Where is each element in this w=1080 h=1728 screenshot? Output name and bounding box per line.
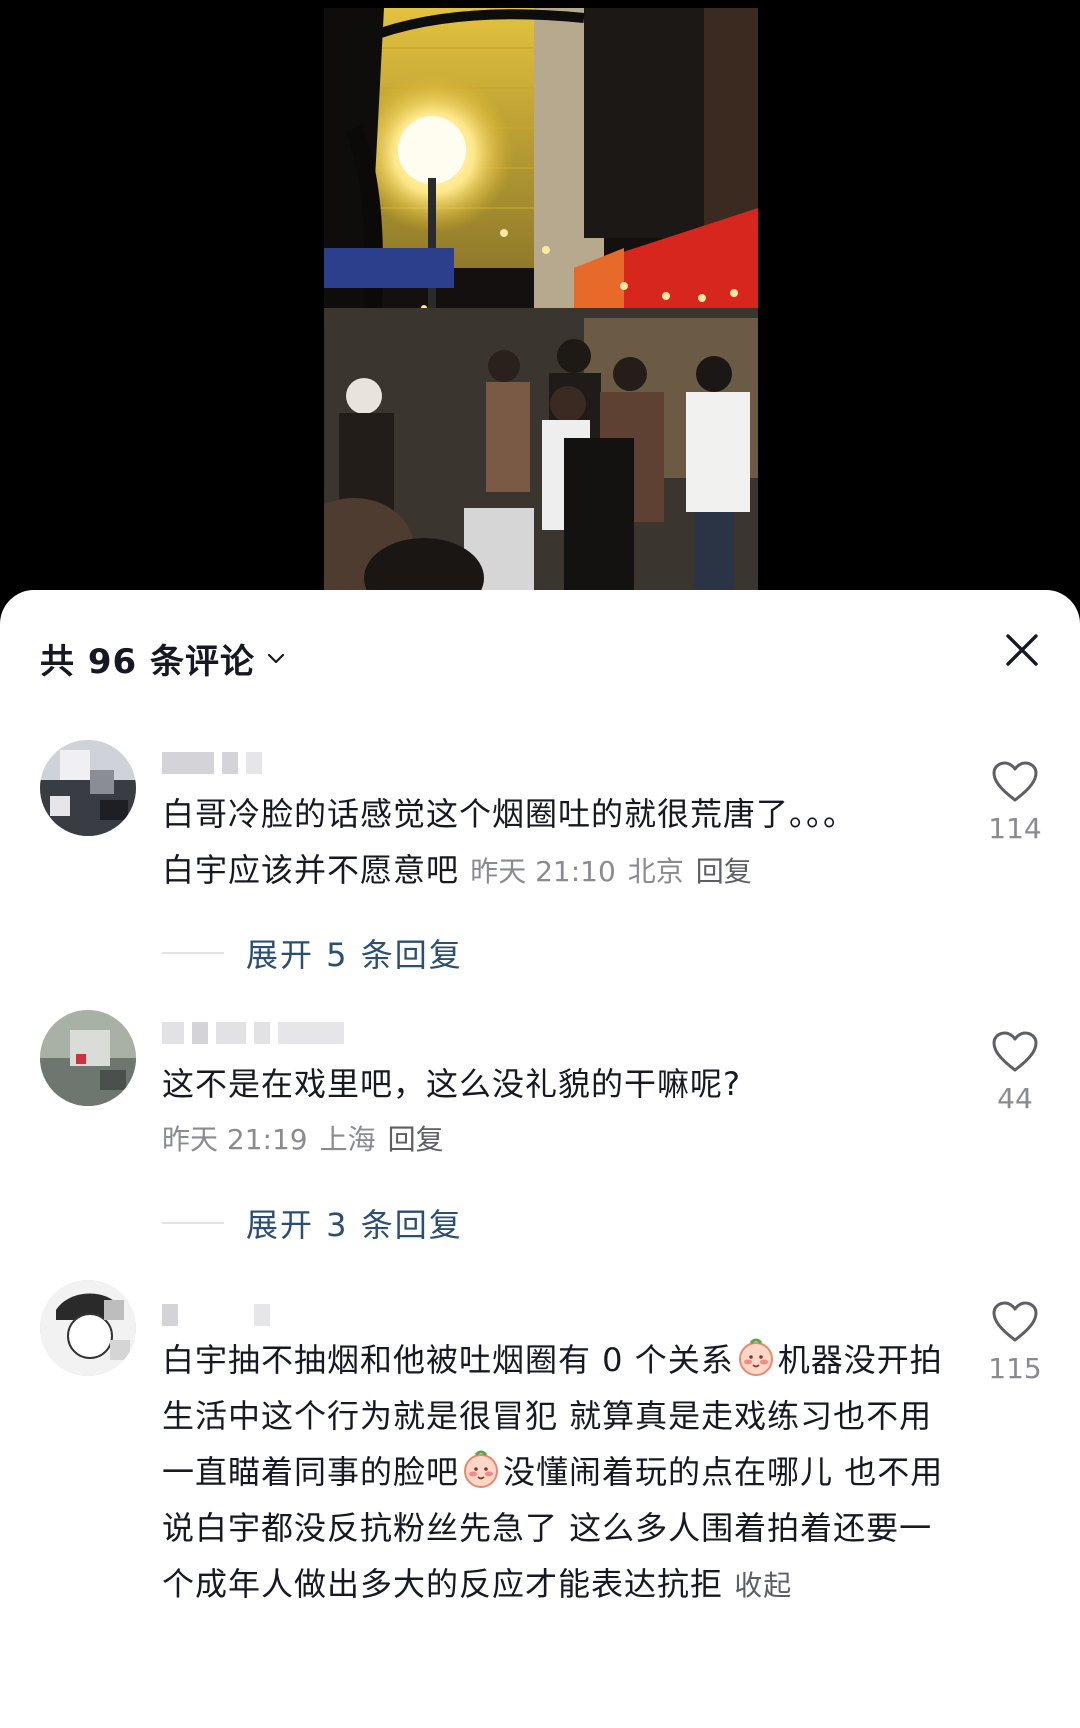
collapse-button[interactable]: 收起 [734,1569,792,1602]
street-scene-image [324,8,758,590]
comment-location: 北京 [627,855,684,888]
like-button[interactable]: 44 [980,1030,1050,1115]
close-icon[interactable] [998,626,1046,674]
comment-text: 白哥冷脸的话感觉这个烟圈吐的就很荒唐了。。。 白宇应该并不愿意吧 昨天 21:1… [162,795,857,889]
comment-meta: 昨天 21:19 上海 回复 [162,1112,952,1168]
blush-emoji-icon [464,1450,499,1488]
video-frame[interactable] [324,8,758,590]
like-count: 44 [997,1082,1033,1115]
username-blurred[interactable] [162,748,262,778]
comment-count-header[interactable]: 共 96 条评论 [40,628,287,688]
username-blurred[interactable] [162,1300,270,1330]
comment-text: 白宇抽不抽烟和他被吐烟圈有 0 个关系 机器没开拍 生活中这个行为就是很冒犯 就算… [162,1332,952,1614]
reply-button[interactable]: 回复 [388,1123,444,1156]
username-blurred[interactable] [162,1018,344,1048]
avatar[interactable] [40,1280,136,1376]
like-button[interactable]: 114 [980,760,1050,845]
heart-icon[interactable] [991,1300,1039,1344]
comment-text: 这不是在戏里吧，这么没礼貌的干嘛呢? 昨天 21:19 上海 回复 [162,1056,952,1168]
blush-emoji-icon [738,1338,773,1376]
reply-button[interactable]: 回复 [696,855,752,888]
like-count: 114 [988,812,1042,845]
chevron-down-icon [267,653,285,664]
comment-time: 昨天 21:19 [162,1123,308,1156]
heart-icon[interactable] [991,1030,1039,1074]
avatar[interactable] [40,1010,136,1106]
expand-replies-button[interactable]: 展开 5 条回复 [162,930,463,976]
like-button[interactable]: 115 [980,1300,1050,1385]
expand-replies-button[interactable]: 展开 3 条回复 [162,1200,463,1246]
comment-count-title: 共 96 条评论 [40,641,255,682]
comment-sheet: 共 96 条评论 白哥冷脸的话感觉这个烟圈吐的就很荒唐了。。。 白宇应该并不愿意… [0,590,1080,1728]
like-count: 115 [988,1352,1042,1385]
heart-icon[interactable] [991,760,1039,804]
expand-replies-label: 展开 3 条回复 [246,1206,463,1244]
comment-time: 昨天 21:10 [470,855,616,888]
expand-replies-label: 展开 5 条回复 [246,936,463,974]
comment-meta: 昨天 21:10 北京 回复 [470,855,764,888]
comment-location: 上海 [319,1123,376,1156]
avatar[interactable] [40,740,136,836]
